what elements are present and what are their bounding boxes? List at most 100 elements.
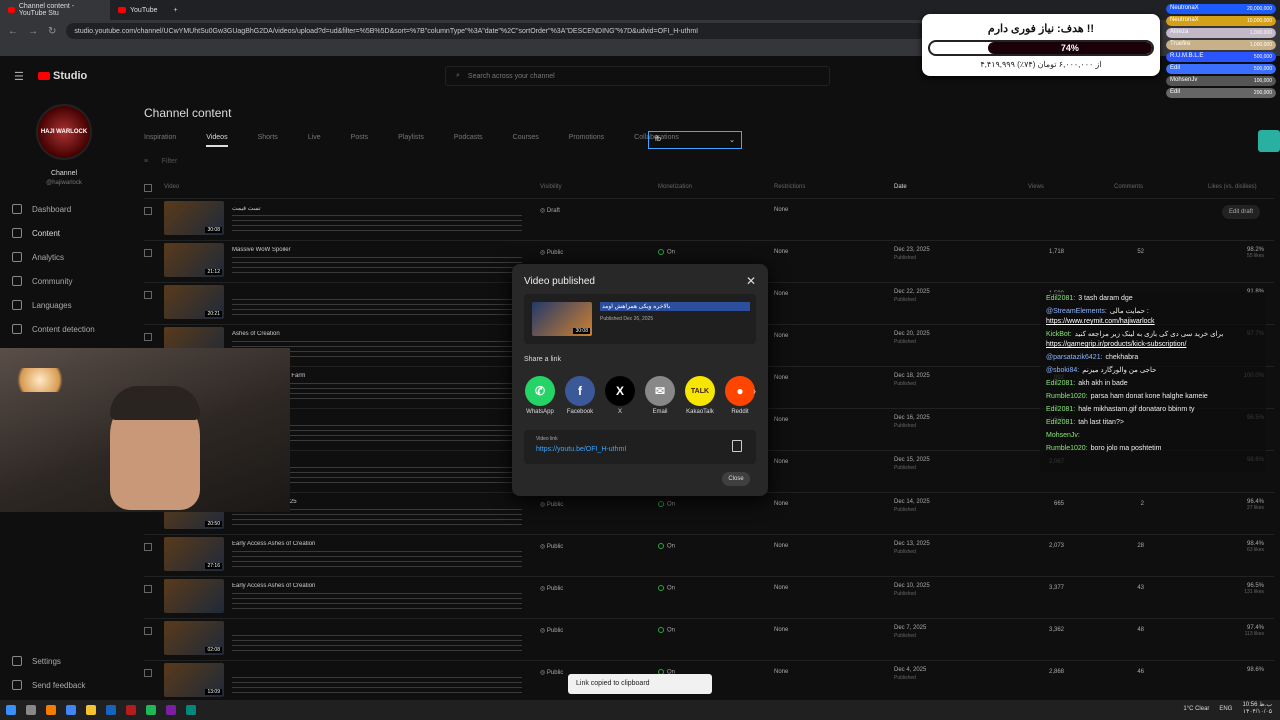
- row-checkbox[interactable]: [144, 585, 152, 593]
- copy-icon[interactable]: [732, 440, 742, 452]
- app-icon[interactable]: [166, 705, 176, 715]
- menu-icon[interactable]: ☰: [14, 70, 24, 83]
- search-icon[interactable]: [26, 705, 36, 715]
- video-title[interactable]: Early Access Ashes of Creation: [232, 541, 512, 547]
- tab-studio[interactable]: Channel content - YouTube Stu: [0, 0, 110, 20]
- select-all-checkbox[interactable]: [144, 184, 152, 192]
- sidebar-item-dashboard[interactable]: Dashboard: [12, 204, 71, 214]
- video-thumbnail[interactable]: [164, 579, 224, 613]
- tab-playlists[interactable]: Playlists: [398, 134, 424, 147]
- share-reddit-button[interactable]: ● Reddit: [724, 376, 756, 415]
- tab-inspiration[interactable]: Inspiration: [144, 134, 176, 147]
- clock[interactable]: 10:56 ب.ظ ۱۴۰۴/۱۰/۰۵: [1242, 702, 1272, 716]
- filter-row[interactable]: ≡ Filter: [144, 158, 177, 165]
- tab-videos[interactable]: Videos: [206, 134, 228, 147]
- sidebar-item-settings[interactable]: Settings: [12, 656, 61, 666]
- visibility-cell[interactable]: ◎ Public: [540, 585, 563, 592]
- avatar[interactable]: HAJI WARLOCK: [36, 104, 92, 160]
- sidebar-item-languages[interactable]: Languages: [12, 300, 72, 310]
- share-kakaotalk-button[interactable]: TALK KakaoTalk: [684, 376, 716, 415]
- chat-message: Rumble1020: parsa ham donat kone halghe k…: [1046, 392, 1260, 402]
- video-thumbnail[interactable]: 13:09: [164, 663, 224, 697]
- edit-draft-button[interactable]: Edit draft: [1222, 205, 1260, 219]
- visibility-cell[interactable]: ◎ Public: [540, 669, 563, 676]
- app-icon[interactable]: [186, 705, 196, 715]
- row-checkbox[interactable]: [144, 333, 152, 341]
- search-bar[interactable]: ⌕ Search across your channel: [445, 66, 830, 86]
- sidebar-item-community[interactable]: Community: [12, 276, 72, 286]
- row-checkbox[interactable]: [144, 291, 152, 299]
- comments-cell: 2: [1140, 501, 1144, 507]
- back-icon[interactable]: ←: [8, 26, 18, 37]
- chat-link[interactable]: https://www.reymit.com/hajiwarlock: [1046, 317, 1260, 327]
- spotify-icon[interactable]: [146, 705, 156, 715]
- forward-icon[interactable]: →: [28, 26, 38, 37]
- visibility-cell[interactable]: ◎ Public: [540, 249, 563, 256]
- app-icon[interactable]: [126, 705, 136, 715]
- video-thumbnail[interactable]: 02:08: [164, 621, 224, 655]
- row-checkbox[interactable]: [144, 669, 152, 677]
- windows-start-icon[interactable]: [6, 705, 16, 715]
- chrome-icon[interactable]: [66, 705, 76, 715]
- tab-courses[interactable]: Courses: [513, 134, 539, 147]
- tab-live[interactable]: Live: [308, 134, 321, 147]
- language-indicator[interactable]: ENG: [1219, 706, 1232, 712]
- app-icon[interactable]: [106, 705, 116, 715]
- visibility-cell[interactable]: ◎ Public: [540, 627, 563, 634]
- visibility-cell[interactable]: ◎ Public: [540, 543, 563, 550]
- tab-podcasts[interactable]: Podcasts: [454, 134, 483, 147]
- share-whatsapp-button[interactable]: ✆ WhatsApp: [524, 376, 556, 415]
- video-title[interactable]: Ashes of Creation: [232, 331, 512, 337]
- restrictions-cell: None: [774, 459, 789, 465]
- video-thumbnail[interactable]: 30:08: [164, 201, 224, 235]
- tab-shorts[interactable]: Shorts: [258, 134, 278, 147]
- studio-logo[interactable]: Studio: [38, 70, 87, 82]
- share-facebook-button[interactable]: f Facebook: [564, 376, 596, 415]
- video-title[interactable]: تست قیمت: [232, 205, 512, 212]
- filter-input[interactable]: fb ⌄: [648, 131, 742, 149]
- video-thumbnail[interactable]: 30:08: [532, 302, 592, 336]
- url-input[interactable]: studio.youtube.com/channel/UCwYMUhtSu0Gw…: [66, 23, 927, 39]
- share-email-button[interactable]: ✉ Email: [644, 376, 676, 415]
- tab-posts[interactable]: Posts: [351, 134, 369, 147]
- chat-link[interactable]: https://gamegrip.ir/products/kick-subscr…: [1046, 340, 1260, 350]
- video-thumbnail[interactable]: 27:16: [164, 537, 224, 571]
- row-checkbox[interactable]: [144, 249, 152, 257]
- widget-icon[interactable]: [1258, 130, 1280, 152]
- table-row[interactable]: Early Access Ashes of Creation ◎ Public …: [144, 576, 1274, 618]
- visibility-cell[interactable]: ◎ Public: [540, 501, 563, 508]
- table-row[interactable]: 20:50 The Game Awards 2025 ◎ Public On N…: [144, 492, 1274, 534]
- firefox-icon[interactable]: [46, 705, 56, 715]
- col-date[interactable]: Date: [894, 184, 907, 190]
- reload-icon[interactable]: ↻: [48, 26, 56, 37]
- sidebar-item-analytics[interactable]: Analytics: [12, 252, 64, 262]
- weather-status[interactable]: 1°C Clear: [1183, 706, 1209, 712]
- row-checkbox[interactable]: [144, 207, 152, 215]
- folder-icon[interactable]: [86, 705, 96, 715]
- leaderboard-entry: MohsenJv 100,000: [1166, 76, 1276, 86]
- globe-icon: ◎: [540, 250, 546, 256]
- monetization-icon: [658, 585, 664, 591]
- video-thumbnail[interactable]: 20:21: [164, 285, 224, 319]
- table-row[interactable]: 02:08 ◎ Public On None Dec 7, 2025 Publis…: [144, 618, 1274, 660]
- visibility-cell[interactable]: ◎ Draft: [540, 207, 560, 214]
- video-title[interactable]: Early Access Ashes of Creation: [232, 583, 512, 589]
- likes-cell: 97.4% 113 likes: [1244, 625, 1264, 637]
- share-x-button[interactable]: XX: [604, 376, 636, 415]
- close-icon[interactable]: ✕: [746, 274, 756, 288]
- tab-youtube[interactable]: YouTube: [110, 0, 166, 20]
- sidebar-item-content[interactable]: Content: [12, 228, 60, 238]
- row-checkbox[interactable]: [144, 627, 152, 635]
- table-row[interactable]: 27:16 Early Access Ashes of Creation ◎ P…: [144, 534, 1274, 576]
- video-thumbnail[interactable]: 21:12: [164, 243, 224, 277]
- table-row[interactable]: 30:08 تست قیمت ◎ Draft None Edit draft: [144, 198, 1274, 240]
- sidebar-item-content-detection[interactable]: Content detection: [12, 324, 95, 334]
- new-tab-button[interactable]: +: [166, 0, 186, 20]
- video-link[interactable]: https://youtu.be/OFI_H-uthmI: [536, 446, 626, 453]
- tab-promotions[interactable]: Promotions: [569, 134, 604, 147]
- sidebar-item-feedback[interactable]: Send feedback: [12, 680, 85, 690]
- video-title[interactable]: Massive WoW Spoiler: [232, 247, 512, 253]
- chevron-right-icon[interactable]: ›: [753, 386, 756, 396]
- close-button[interactable]: Close: [722, 472, 750, 486]
- row-checkbox[interactable]: [144, 543, 152, 551]
